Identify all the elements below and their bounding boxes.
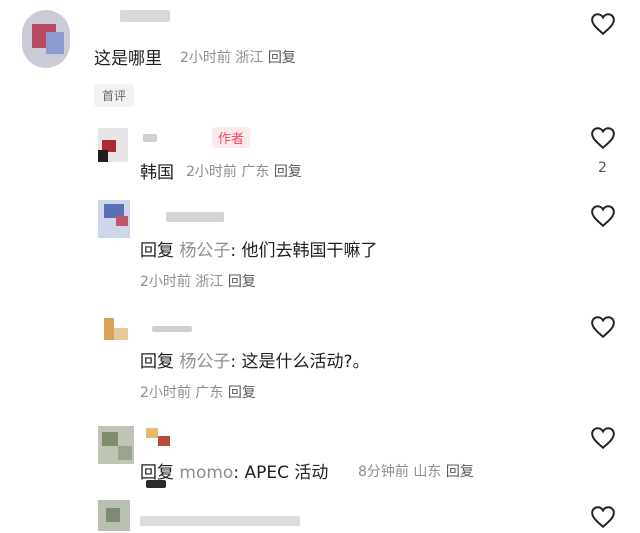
- comment-time: 2小时前: [180, 50, 231, 66]
- comment-text: 回复 杨公子: 这是什么活动?。: [140, 352, 370, 372]
- comment-meta: 2小时前 广东 回复: [186, 161, 302, 181]
- avatar[interactable]: [98, 128, 128, 162]
- reply-to-username[interactable]: 杨公子: [179, 241, 230, 261]
- heart-icon[interactable]: [590, 315, 616, 339]
- comment-meta: 8分钟前 山东 回复: [358, 461, 474, 481]
- comment-location: 浙江: [235, 50, 264, 66]
- username-blurred[interactable]: [140, 516, 300, 526]
- comment-text: 这是哪里: [94, 49, 162, 69]
- comment-time: 2小时前: [186, 164, 237, 180]
- comment-meta: 2小时前 浙江 回复: [180, 47, 296, 67]
- avatar[interactable]: [98, 200, 130, 238]
- reply-button[interactable]: 回复: [446, 464, 474, 480]
- heart-icon[interactable]: [590, 505, 616, 529]
- username-blurred[interactable]: [152, 326, 192, 332]
- heart-icon[interactable]: [590, 12, 616, 36]
- comment-time: 8分钟前: [358, 464, 409, 480]
- comment-meta: 2小时前 浙江 回复: [140, 271, 256, 291]
- username-blurred[interactable]: [166, 212, 224, 222]
- reply-button[interactable]: 回复: [228, 274, 256, 290]
- comment-text: 回复 momo: APEC 活动: [140, 463, 329, 483]
- avatar[interactable]: [98, 500, 130, 531]
- heart-icon[interactable]: [590, 204, 616, 228]
- comment-location: 广东: [195, 385, 224, 401]
- avatar[interactable]: [98, 426, 134, 464]
- comment-text: 韩国: [140, 163, 174, 183]
- comment-time: 2小时前: [140, 385, 191, 401]
- comment-location: 广东: [241, 164, 270, 180]
- comment-location: 山东: [413, 464, 442, 480]
- username-blurred[interactable]: [146, 428, 174, 446]
- like-count: 2: [598, 160, 607, 176]
- username-blurred[interactable]: [143, 134, 157, 142]
- reply-button[interactable]: 回复: [268, 50, 296, 66]
- reply-button[interactable]: 回复: [274, 164, 302, 180]
- avatar[interactable]: [104, 318, 128, 340]
- heart-icon[interactable]: [590, 126, 616, 150]
- username-blurred[interactable]: [120, 10, 170, 22]
- comment-location: 浙江: [195, 274, 224, 290]
- author-badge: 作者: [212, 127, 251, 148]
- comment-meta: 2小时前 广东 回复: [140, 382, 256, 402]
- comment-time: 2小时前: [140, 274, 191, 290]
- avatar[interactable]: [22, 10, 70, 68]
- heart-icon[interactable]: [590, 426, 616, 450]
- username-blurred[interactable]: [146, 480, 166, 488]
- reply-button[interactable]: 回复: [228, 385, 256, 401]
- reply-to-username[interactable]: 杨公子: [179, 352, 230, 372]
- comment-text: 回复 杨公子: 他们去韩国干嘛了: [140, 241, 378, 261]
- reply-to-username[interactable]: momo: [179, 463, 233, 483]
- first-comment-pill: 首评: [94, 84, 135, 107]
